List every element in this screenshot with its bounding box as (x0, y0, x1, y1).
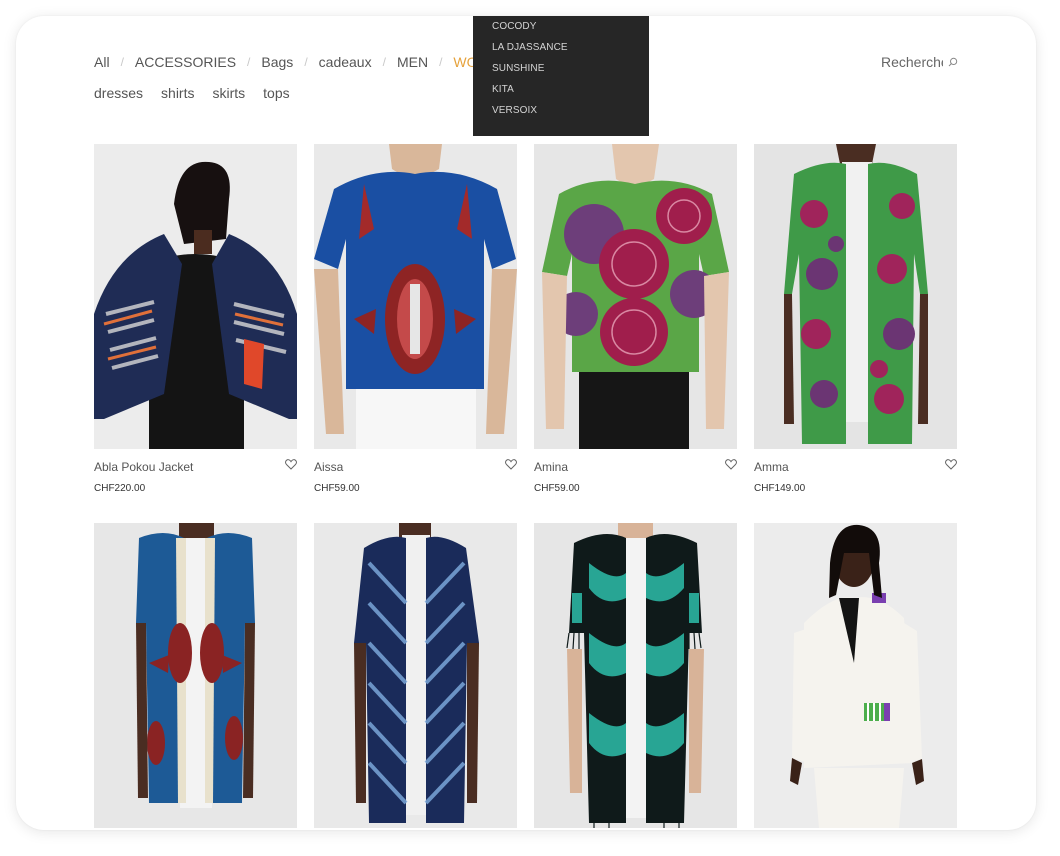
product-image[interactable] (314, 144, 517, 449)
product-image[interactable] (754, 523, 957, 828)
product-image[interactable] (754, 144, 957, 449)
category-men[interactable]: MEN (397, 54, 428, 70)
product-name[interactable]: Amina (534, 460, 737, 474)
subcategory-filter: dresses shirts skirts tops (94, 85, 290, 101)
product-price: CHF59.00 (534, 483, 580, 494)
submenu-item-sunshine[interactable]: SUNSHINE (473, 61, 649, 82)
separator: / (439, 55, 443, 69)
product-card[interactable]: Abla Pokou Jacket CHF220.00 (94, 144, 297, 494)
product-image[interactable] (534, 144, 737, 449)
category-all[interactable]: All (94, 54, 110, 70)
subcategory-shirts[interactable]: shirts (161, 85, 194, 101)
product-name[interactable]: Abla Pokou Jacket (94, 460, 297, 474)
product-info: Abla Pokou Jacket CHF220.00 (94, 459, 297, 494)
product-image[interactable] (534, 523, 737, 828)
women-submenu-dropdown: COCODY LA DJASSANCE SUNSHINE KITA VERSOI… (473, 16, 649, 136)
product-card[interactable]: Aissa CHF59.00 (314, 144, 517, 494)
search-box (881, 54, 958, 70)
product-info: Amina CHF59.00 (534, 459, 737, 494)
search-icon[interactable] (948, 57, 958, 67)
product-name[interactable]: Aissa (314, 460, 517, 474)
category-filter: All / ACCESSORIES / Bags / cadeaux / MEN… (94, 54, 509, 70)
separator: / (247, 55, 251, 69)
product-card[interactable] (754, 523, 957, 830)
product-card[interactable]: Amma CHF149.00 (754, 144, 957, 494)
subcategory-tops[interactable]: tops (263, 85, 289, 101)
heart-icon[interactable] (505, 459, 517, 470)
page-frame: All / ACCESSORIES / Bags / cadeaux / MEN… (16, 16, 1036, 830)
heart-icon[interactable] (945, 459, 957, 470)
separator: / (120, 55, 124, 69)
product-card[interactable] (94, 523, 297, 830)
product-card[interactable]: Amina CHF59.00 (534, 144, 737, 494)
product-card[interactable] (534, 523, 737, 830)
product-image[interactable] (94, 144, 297, 449)
product-price: CHF59.00 (314, 483, 360, 494)
submenu-item-kita[interactable]: KITA (473, 82, 649, 103)
subcategory-dresses[interactable]: dresses (94, 85, 143, 101)
separator: / (304, 55, 308, 69)
product-info: Amma CHF149.00 (754, 459, 957, 494)
product-image[interactable] (94, 523, 297, 828)
category-cadeaux[interactable]: cadeaux (319, 54, 372, 70)
subcategory-skirts[interactable]: skirts (212, 85, 245, 101)
heart-icon[interactable] (725, 459, 737, 470)
product-info: Aissa CHF59.00 (314, 459, 517, 494)
product-name[interactable]: Amma (754, 460, 957, 474)
product-image[interactable] (314, 523, 517, 828)
submenu-item-versoix[interactable]: VERSOIX (473, 103, 649, 124)
product-price: CHF220.00 (94, 483, 146, 494)
category-bags[interactable]: Bags (261, 54, 293, 70)
submenu-item-cocody[interactable]: COCODY (473, 19, 649, 40)
product-price: CHF149.00 (754, 483, 806, 494)
product-card[interactable] (314, 523, 517, 830)
search-input[interactable] (881, 54, 943, 70)
submenu-item-la-djassance[interactable]: LA DJASSANCE (473, 40, 649, 61)
category-accessories[interactable]: ACCESSORIES (135, 54, 236, 70)
separator: / (382, 55, 386, 69)
heart-icon[interactable] (285, 459, 297, 470)
